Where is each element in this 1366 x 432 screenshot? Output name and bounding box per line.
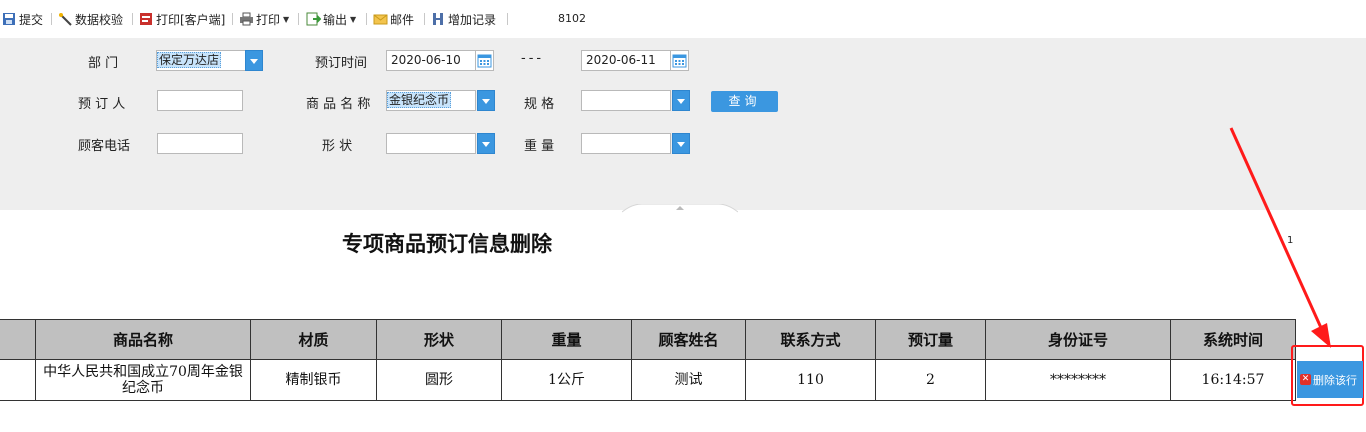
shape-label: 形 状 bbox=[322, 139, 353, 154]
shape-select[interactable] bbox=[386, 133, 476, 154]
order-time-label: 预订时间 bbox=[315, 56, 368, 71]
highlight-box: ✕ 删除该行 bbox=[1291, 345, 1364, 406]
phone-input[interactable] bbox=[157, 133, 243, 154]
pdf-icon bbox=[139, 12, 154, 26]
column-header: 商品名称 bbox=[35, 319, 251, 360]
table-cell: 圆形 bbox=[376, 359, 502, 401]
export-button[interactable]: 输出 ▼ bbox=[306, 10, 356, 28]
spec-label: 规 格 bbox=[524, 97, 555, 112]
calendar-icon[interactable] bbox=[671, 50, 689, 71]
print-button[interactable]: 打印 ▼ bbox=[239, 10, 289, 28]
product-label: 商 品 名 称 bbox=[306, 97, 371, 112]
calendar-icon[interactable] bbox=[476, 50, 494, 71]
dept-select[interactable]: 保定万达店 bbox=[156, 50, 246, 71]
table-cell: ******** bbox=[985, 359, 1171, 401]
chevron-down-icon: ▼ bbox=[350, 14, 357, 24]
column-header: 系统时间 bbox=[1170, 319, 1296, 360]
report-title: 专项商品预订信息删除 bbox=[342, 232, 552, 256]
phone-label: 顾客电话 bbox=[78, 139, 131, 154]
close-icon: ✕ bbox=[1300, 374, 1311, 385]
table-cell: 测试 bbox=[631, 359, 746, 401]
save-icon bbox=[2, 12, 17, 26]
table-cell: 110 bbox=[745, 359, 876, 401]
add-record-button[interactable]: 增加记录 bbox=[431, 10, 496, 28]
weight-dropdown-icon[interactable] bbox=[672, 133, 690, 154]
collapse-panel-handle[interactable] bbox=[621, 203, 739, 213]
dept-label: 部 门 bbox=[88, 56, 119, 71]
date-to-field[interactable]: 2020-06-11 bbox=[581, 50, 671, 71]
toolbar: 提交 数据校验 打印[客户端] 打印 ▼ 输出 ▼ 邮件 增加记录 8102 bbox=[0, 0, 1366, 38]
weight-select[interactable] bbox=[581, 133, 671, 154]
table-cell: 1公斤 bbox=[501, 359, 632, 401]
mail-icon bbox=[373, 12, 388, 26]
chevron-down-icon: ▼ bbox=[283, 14, 290, 24]
product-select[interactable]: 金银纪念币 bbox=[386, 90, 476, 111]
filter-panel: 部 门 保定万达店 预订时间 2020-06-10 --- 2020-06-11… bbox=[0, 38, 1366, 210]
table-row: 中华人民共和国成立70周年金银纪念币 精制银币 圆形 1公斤 测试 110 2 … bbox=[0, 359, 1296, 401]
date-range-dash: --- bbox=[521, 51, 545, 66]
column-header: 顾客姓名 bbox=[631, 319, 746, 360]
table-cell: 中华人民共和国成立70周年金银纪念币 bbox=[35, 359, 251, 401]
validate-button[interactable]: 数据校验 bbox=[58, 10, 123, 28]
orderer-input[interactable] bbox=[157, 90, 243, 111]
record-code: 8102 bbox=[558, 12, 586, 25]
orderer-label: 预 订 人 bbox=[78, 97, 126, 112]
results-table: 商品名称 材质 形状 重量 顾客姓名 联系方式 预订量 身份证号 系统时间 中华… bbox=[0, 319, 1296, 401]
product-dropdown-icon[interactable] bbox=[477, 90, 495, 111]
table-cell: 16:14:57 bbox=[1170, 359, 1296, 401]
mail-button[interactable]: 邮件 bbox=[373, 10, 414, 28]
column-header: 联系方式 bbox=[745, 319, 876, 360]
export-icon bbox=[306, 12, 322, 26]
wand-icon bbox=[58, 12, 73, 26]
table-header-row: 商品名称 材质 形状 重量 顾客姓名 联系方式 预订量 身份证号 系统时间 bbox=[0, 319, 1296, 360]
submit-button[interactable]: 提交 bbox=[2, 10, 43, 28]
table-cell: 精制银币 bbox=[250, 359, 377, 401]
spec-select[interactable] bbox=[581, 90, 671, 111]
column-header bbox=[0, 319, 36, 360]
printer-icon bbox=[239, 12, 254, 26]
print-client-button[interactable]: 打印[客户端] bbox=[139, 10, 225, 28]
shape-dropdown-icon[interactable] bbox=[477, 133, 495, 154]
dept-dropdown-icon[interactable] bbox=[245, 50, 263, 71]
table-cell: 2 bbox=[875, 359, 986, 401]
add-record-icon bbox=[431, 12, 446, 26]
query-button[interactable]: 查询 bbox=[711, 91, 778, 112]
delete-row-button[interactable]: ✕ 删除该行 bbox=[1297, 361, 1363, 398]
weight-label: 重 量 bbox=[524, 139, 555, 154]
column-header: 预订量 bbox=[875, 319, 986, 360]
column-header: 身份证号 bbox=[985, 319, 1171, 360]
column-header: 材质 bbox=[250, 319, 377, 360]
column-header: 形状 bbox=[376, 319, 502, 360]
spec-dropdown-icon[interactable] bbox=[672, 90, 690, 111]
column-header: 重量 bbox=[501, 319, 632, 360]
table-cell bbox=[0, 359, 36, 401]
page-number: 1 bbox=[1287, 235, 1294, 246]
date-from-field[interactable]: 2020-06-10 bbox=[386, 50, 476, 71]
